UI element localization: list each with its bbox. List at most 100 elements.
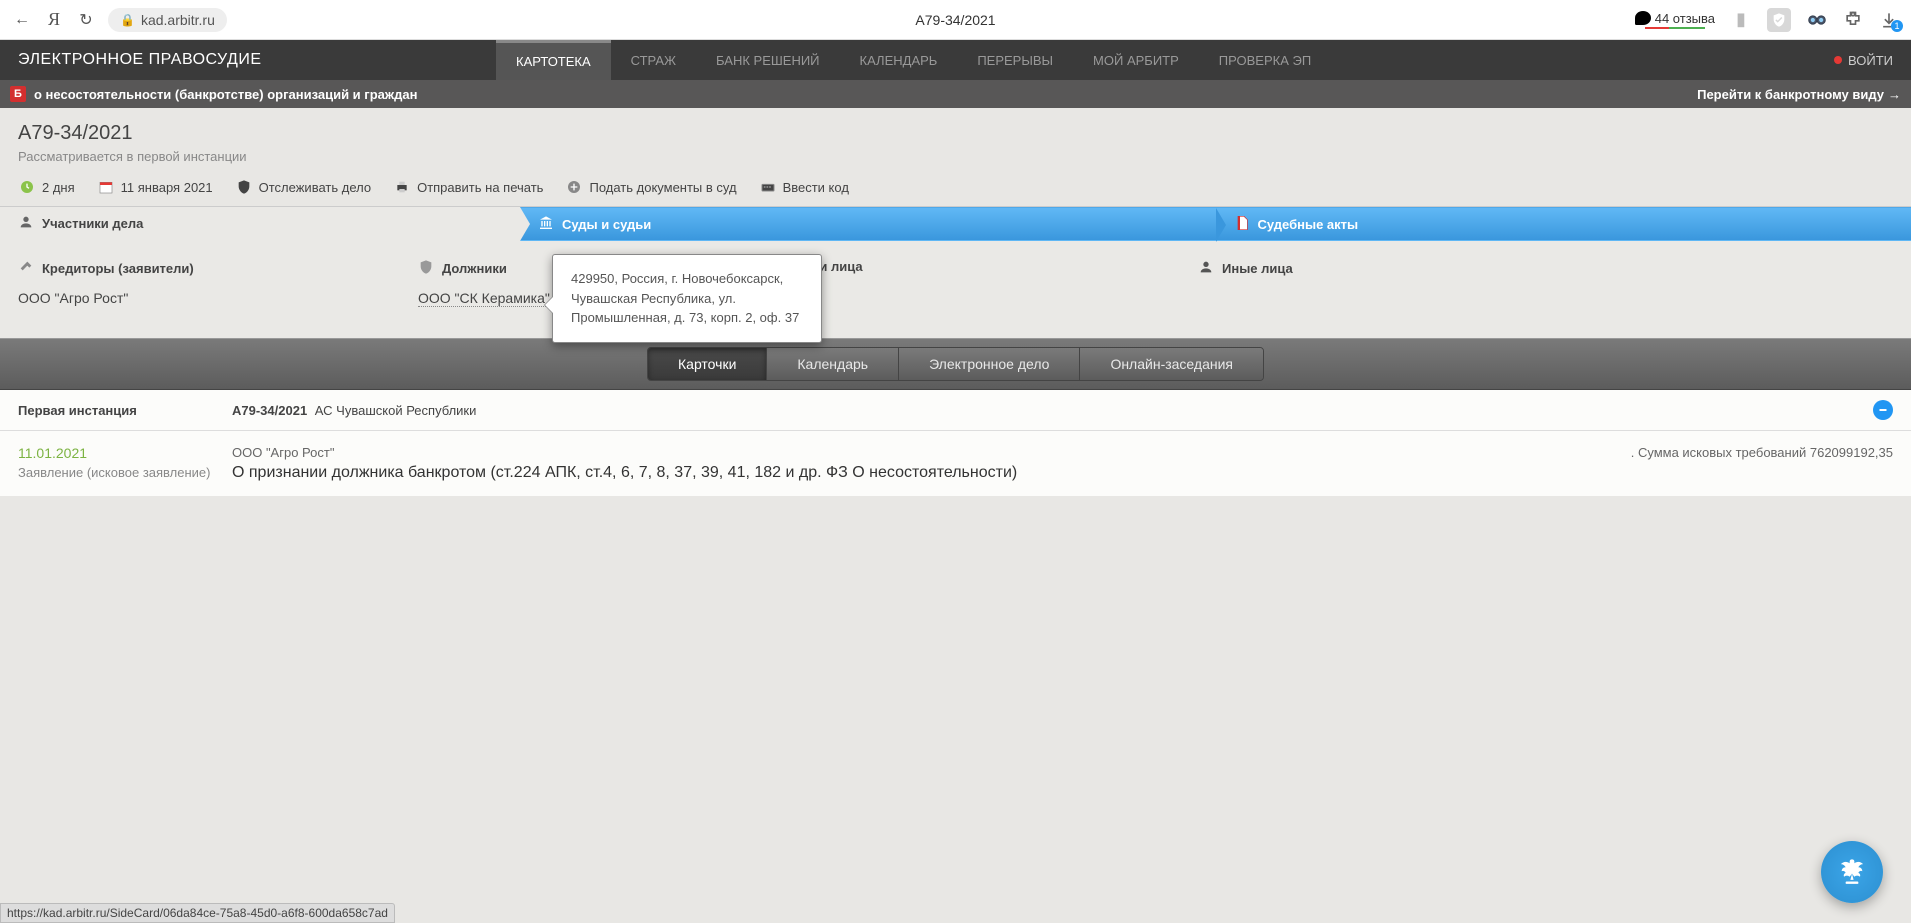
other-parties-column: Иные лица [1198, 259, 1893, 308]
entry-type: Заявление (исковое заявление) [18, 465, 232, 482]
speech-icon [1635, 11, 1651, 25]
instance-case-number: А79-34/2021 [232, 403, 307, 418]
nav-check-ep[interactable]: ПРОВЕРКА ЭП [1199, 40, 1331, 80]
calendar-icon [97, 178, 115, 196]
subtab-calendar[interactable]: Календарь [767, 348, 899, 380]
shield-icon[interactable] [1767, 8, 1791, 32]
enter-code-button[interactable]: Ввести код [759, 178, 849, 196]
main-nav: ЭЛЕКТРОННОЕ ПРАВОСУДИЕ КАРТОТЕКА СТРАЖ Б… [0, 40, 1911, 80]
third-parties-column: етьи лица [798, 259, 1198, 308]
instance-court: АС Чувашской Республики [315, 403, 477, 418]
entry-party: ООО "Агро Рост" [232, 445, 1631, 460]
bankruptcy-banner: Б о несостоятельности (банкротстве) орга… [0, 80, 1911, 108]
tooltip-text: 429950, Россия, г. Новочебоксарск, Чуваш… [571, 271, 799, 325]
subtab-ecase[interactable]: Электронное дело [899, 348, 1080, 380]
clock-icon [18, 178, 36, 196]
document-icon [1234, 215, 1250, 234]
site-logo[interactable]: ЭЛЕКТРОННОЕ ПРАВОСУДИЕ [0, 51, 280, 69]
bankruptcy-icon: Б [10, 86, 26, 102]
creditor-name[interactable]: ООО "Агро Рост" [18, 290, 418, 306]
banner-link-text: Перейти к банкротному виду [1697, 87, 1884, 102]
tab-acts-label: Судебные акты [1258, 217, 1359, 232]
bookmark-icon[interactable]: ▮ [1731, 10, 1751, 30]
tab-participants[interactable]: Участники дела [0, 207, 520, 241]
shield-icon [235, 178, 253, 196]
address-bar[interactable]: 🔒 kad.arbitr.ru [108, 8, 227, 32]
banner-text: о несостоятельности (банкротстве) органи… [34, 87, 417, 102]
login-label: ВОЙТИ [1848, 53, 1893, 68]
nav-kartoteka[interactable]: КАРТОТЕКА [496, 40, 611, 80]
parties-panel: Кредиторы (заявители) ООО "Агро Рост" До… [0, 241, 1911, 338]
case-number: А79-34/2021 [18, 122, 1893, 145]
date-info: 11 января 2021 [97, 178, 213, 196]
nav-bank[interactable]: БАНК РЕШЕНИЙ [696, 40, 840, 80]
submit-docs-button[interactable]: Подать документы в суд [565, 178, 736, 196]
track-button[interactable]: Отслеживать дело [235, 178, 371, 196]
downloads-icon[interactable]: 1 [1879, 10, 1899, 30]
debtor-name[interactable]: ООО "СК Керамика" [418, 290, 550, 307]
tab-courts-label: Суды и судьи [562, 217, 651, 232]
subtab-cards[interactable]: Карточки [648, 348, 767, 380]
court-icon [538, 215, 554, 234]
print-label: Отправить на печать [417, 180, 543, 195]
code-label: Ввести код [783, 180, 849, 195]
subtab-online[interactable]: Онлайн-заседания [1080, 348, 1263, 380]
extensions-icon[interactable] [1843, 10, 1863, 30]
other-parties-title: Иные лица [1222, 261, 1293, 276]
person-icon [18, 214, 34, 233]
binoculars-icon[interactable] [1807, 10, 1827, 30]
plus-circle-icon [565, 178, 583, 196]
tab-title: А79-34/2021 [915, 12, 995, 28]
printer-icon [393, 178, 411, 196]
address-tooltip: 429950, Россия, г. Новочебоксарск, Чуваш… [552, 254, 822, 343]
login-status-dot [1834, 56, 1842, 64]
subtabs-bar: Карточки Календарь Электронное дело Онла… [0, 338, 1911, 390]
url-text: kad.arbitr.ru [141, 12, 215, 28]
nav-calendar[interactable]: КАЛЕНДАРЬ [840, 40, 958, 80]
back-button[interactable]: ← [12, 10, 32, 30]
person-icon [1198, 259, 1214, 278]
browser-toolbar: ← Я ↻ 🔒 kad.arbitr.ru А79-34/2021 44 отз… [0, 0, 1911, 40]
entry-sum: . Сумма исковых требований 762099192,35 [1631, 445, 1893, 482]
debtors-title: Должники [442, 261, 507, 276]
entry-subject: О признании должника банкротом (ст.224 А… [232, 464, 1631, 482]
print-button[interactable]: Отправить на печать [393, 178, 543, 196]
duration-info: 2 дня [18, 178, 75, 196]
yandex-button[interactable]: Я [44, 10, 64, 30]
entry-date: 11.01.2021 [18, 445, 232, 461]
reviews-button[interactable]: 44 отзыва [1635, 11, 1715, 29]
hammer-icon [18, 259, 34, 278]
status-bar-url: https://kad.arbitr.ru/SideCard/06da84ce-… [0, 903, 395, 923]
tab-participants-label: Участники дела [42, 216, 143, 231]
instance-header: Первая инстанция А79-34/2021 АС Чувашско… [0, 390, 1911, 431]
tab-acts[interactable]: Судебные акты [1216, 207, 1911, 241]
reviews-rating-bar [1645, 27, 1705, 29]
duration-label: 2 дня [42, 180, 75, 195]
tab-courts[interactable]: Суды и судьи [520, 207, 1216, 241]
eagle-emblem-icon [1833, 853, 1871, 891]
instance-case-link[interactable]: А79-34/2021 АС Чувашской Республики [232, 403, 476, 418]
emblem-fab[interactable] [1821, 841, 1883, 903]
action-bar: 2 дня 11 января 2021 Отслеживать дело От… [0, 172, 1911, 207]
arrow-right-icon: → [1888, 87, 1901, 102]
case-header: А79-34/2021 Рассматривается в первой инс… [0, 108, 1911, 172]
lock-icon: 🔒 [120, 13, 135, 27]
nav-myarbitr[interactable]: МОЙ АРБИТР [1073, 40, 1199, 80]
nav-strazh[interactable]: СТРАЖ [611, 40, 696, 80]
shield-icon [418, 259, 434, 278]
nav-breaks[interactable]: ПЕРЕРЫВЫ [957, 40, 1073, 80]
reviews-count: 44 отзыва [1655, 11, 1715, 26]
keyboard-icon [759, 178, 777, 196]
main-tabs: Участники дела Суды и судьи Судебные акт… [0, 207, 1911, 241]
login-button[interactable]: ВОЙТИ [1816, 53, 1911, 68]
reload-button[interactable]: ↻ [76, 10, 96, 30]
case-entry-row[interactable]: 11.01.2021 Заявление (исковое заявление)… [0, 431, 1911, 496]
case-status: Рассматривается в первой инстанции [18, 149, 1893, 164]
submit-label: Подать документы в суд [589, 180, 736, 195]
instance-title: Первая инстанция [18, 403, 232, 418]
collapse-button[interactable] [1873, 400, 1893, 420]
date-label: 11 января 2021 [121, 180, 213, 195]
creditors-title: Кредиторы (заявители) [42, 261, 194, 276]
creditors-column: Кредиторы (заявители) ООО "Агро Рост" [18, 259, 418, 308]
bankruptcy-view-link[interactable]: Перейти к банкротному виду → [1697, 87, 1901, 102]
